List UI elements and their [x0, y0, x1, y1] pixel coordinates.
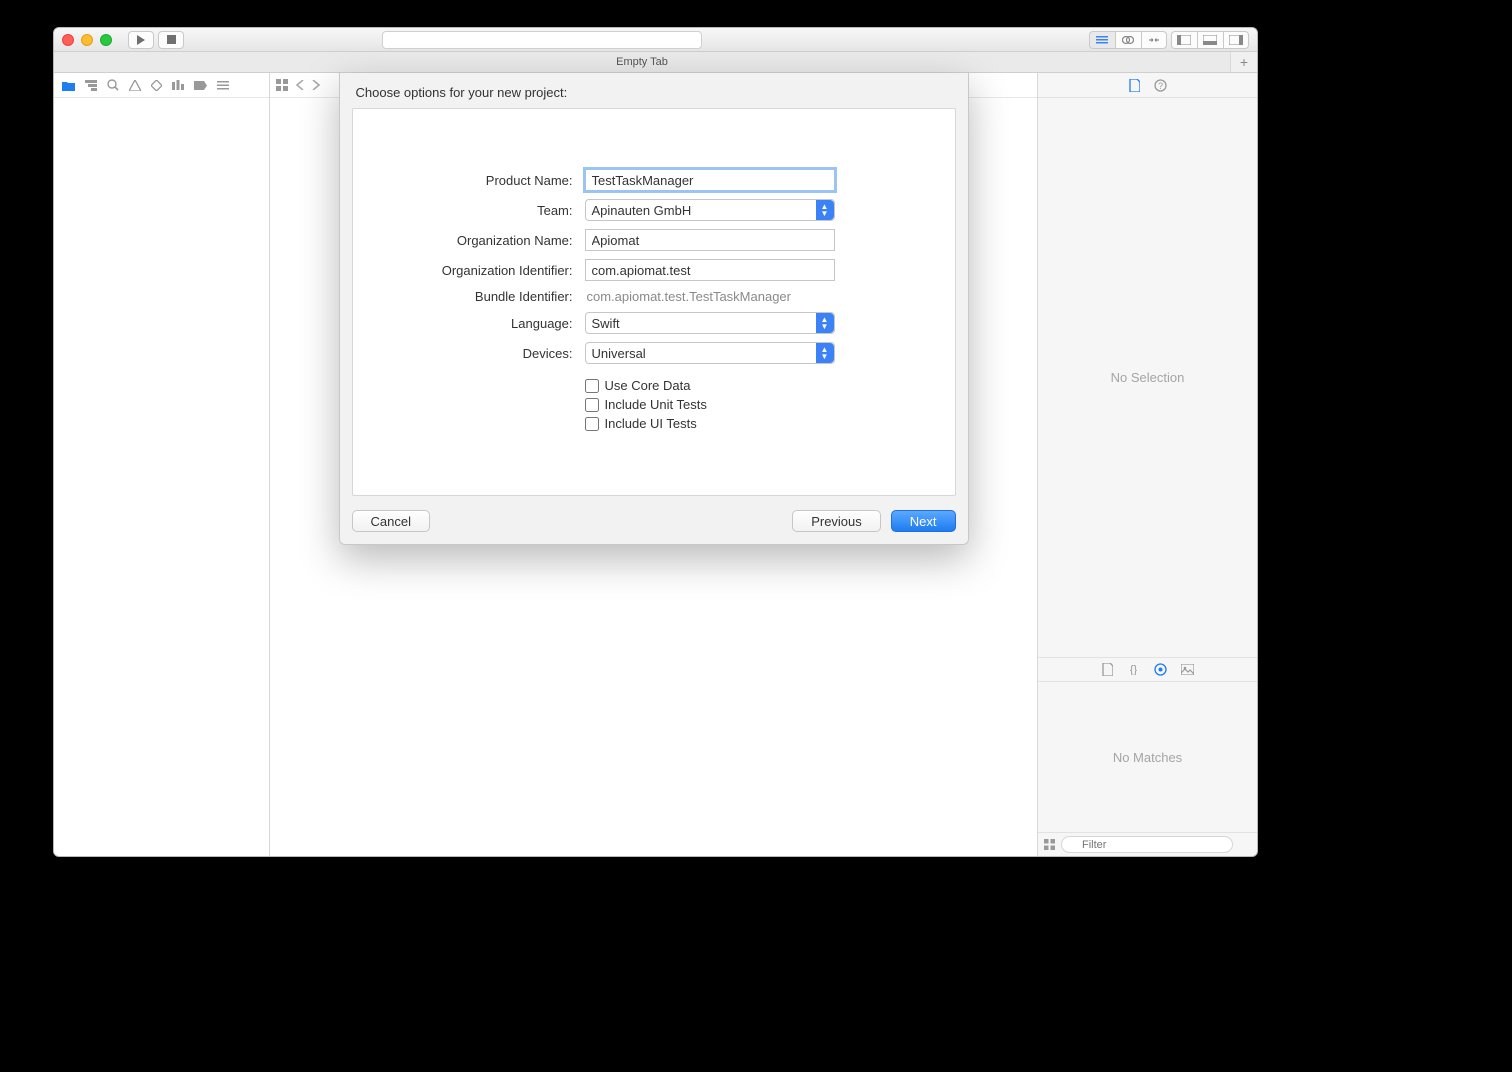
team-select[interactable]: Apinauten GmbH ▲▼ [585, 199, 835, 221]
new-project-sheet: Choose options for your new project: Pro… [339, 73, 969, 545]
no-matches-label: No Matches [1113, 750, 1182, 765]
navigator-selector[interactable] [54, 73, 269, 98]
chevron-up-down-icon: ▲▼ [816, 200, 834, 220]
code-snippet-library-icon[interactable]: {} [1127, 664, 1140, 675]
unit-tests-label: Include Unit Tests [605, 397, 707, 412]
chevron-up-down-icon: ▲▼ [816, 343, 834, 363]
sheet-buttons: Cancel Previous Next [352, 510, 956, 532]
toggle-navigator-icon[interactable] [1171, 31, 1197, 49]
related-items-icon[interactable] [276, 79, 288, 91]
unit-tests-checkbox[interactable] [585, 398, 599, 412]
add-tab-button[interactable]: + [1231, 52, 1257, 72]
run-button[interactable] [128, 31, 154, 49]
bundle-id-label: Bundle Identifier: [383, 289, 573, 304]
issue-navigator-icon[interactable] [129, 80, 141, 91]
editor-pane: Choose options for your new project: Pro… [270, 73, 1037, 856]
cancel-button[interactable]: Cancel [352, 510, 430, 532]
devices-label: Devices: [383, 346, 573, 361]
report-navigator-icon[interactable] [217, 81, 229, 90]
core-data-label: Use Core Data [605, 378, 691, 393]
stop-button[interactable] [158, 31, 184, 49]
source-control-navigator-icon[interactable] [85, 80, 97, 91]
xcode-window: Empty Tab + [53, 27, 1258, 857]
version-editor-icon[interactable] [1141, 31, 1167, 49]
previous-label: Previous [811, 514, 862, 529]
language-label: Language: [383, 316, 573, 331]
standard-editor-icon[interactable] [1089, 31, 1115, 49]
editor-mode-segmented[interactable] [1089, 31, 1167, 49]
test-navigator-icon[interactable] [151, 80, 162, 91]
devices-select[interactable]: Universal ▲▼ [585, 342, 835, 364]
tab-bar: Empty Tab + [54, 52, 1257, 73]
org-name-input[interactable] [585, 229, 835, 251]
back-icon[interactable] [296, 80, 304, 90]
org-name-label: Organization Name: [383, 233, 573, 248]
toggle-debug-icon[interactable] [1197, 31, 1223, 49]
svg-text:{}: {} [1129, 664, 1137, 675]
inspector-selector[interactable]: ? [1038, 73, 1257, 98]
library-body: No Matches [1038, 682, 1257, 832]
no-selection-label: No Selection [1111, 370, 1185, 385]
previous-button[interactable]: Previous [792, 510, 881, 532]
language-select[interactable]: Swift ▲▼ [585, 312, 835, 334]
sheet-body: Product Name: Team: Apinauten GmbH ▲▼ [352, 108, 956, 496]
ui-tests-checkbox[interactable] [585, 417, 599, 431]
product-name-label: Product Name: [383, 173, 573, 188]
ui-tests-label: Include UI Tests [605, 416, 697, 431]
bundle-id-value: com.apiomat.test.TestTaskManager [585, 289, 791, 304]
file-inspector-icon[interactable] [1129, 79, 1140, 92]
activity-view [382, 31, 702, 49]
panels-segmented[interactable] [1171, 31, 1249, 49]
navigator-pane [54, 73, 270, 856]
tab-label: Empty Tab [616, 56, 668, 68]
library-selector[interactable]: {} [1038, 657, 1257, 682]
svg-text:?: ? [1157, 81, 1162, 91]
titlebar [54, 28, 1257, 52]
core-data-checkbox[interactable] [585, 379, 599, 393]
inspector-pane: ? No Selection {} [1037, 73, 1257, 856]
library-filter-input[interactable] [1061, 836, 1233, 853]
toggle-inspector-icon[interactable] [1223, 31, 1249, 49]
main-area: Choose options for your new project: Pro… [54, 73, 1257, 856]
zoom-icon[interactable] [100, 34, 112, 46]
object-library-icon[interactable] [1154, 663, 1167, 676]
chevron-up-down-icon: ▲▼ [816, 313, 834, 333]
assistant-editor-icon[interactable] [1115, 31, 1141, 49]
find-navigator-icon[interactable] [107, 79, 119, 91]
team-value: Apinauten GmbH [592, 203, 692, 218]
file-template-library-icon[interactable] [1102, 663, 1113, 676]
library-filter: ◉ [1038, 832, 1257, 856]
breakpoint-navigator-icon[interactable] [194, 81, 207, 90]
media-library-icon[interactable] [1181, 664, 1194, 675]
inspector-body: No Selection [1038, 98, 1257, 657]
minimize-icon[interactable] [81, 34, 93, 46]
debug-navigator-icon[interactable] [172, 80, 184, 90]
close-icon[interactable] [62, 34, 74, 46]
sheet-title: Choose options for your new project: [356, 85, 956, 100]
traffic-lights [62, 34, 112, 46]
cancel-label: Cancel [371, 514, 411, 529]
tab-empty[interactable]: Empty Tab [54, 52, 1231, 72]
team-label: Team: [383, 203, 573, 218]
org-id-label: Organization Identifier: [383, 263, 573, 278]
next-button[interactable]: Next [891, 510, 956, 532]
project-navigator-icon[interactable] [62, 80, 75, 91]
plus-icon: + [1240, 54, 1248, 70]
devices-value: Universal [592, 346, 646, 361]
language-value: Swift [592, 316, 620, 331]
next-label: Next [910, 514, 937, 529]
forward-icon[interactable] [312, 80, 320, 90]
grid-icon[interactable] [1044, 839, 1055, 850]
product-name-input[interactable] [585, 169, 835, 191]
org-id-input[interactable] [585, 259, 835, 281]
quick-help-icon[interactable]: ? [1154, 79, 1167, 92]
